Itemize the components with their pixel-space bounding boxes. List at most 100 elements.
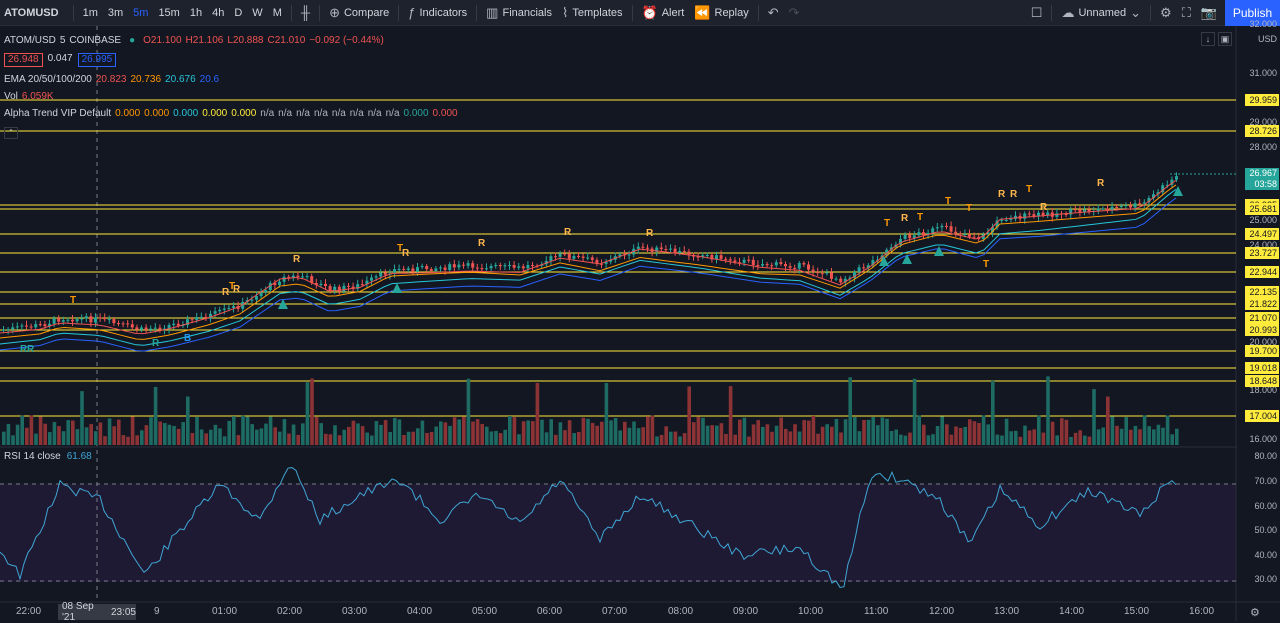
level-price-label: 29.959 bbox=[1245, 94, 1279, 106]
volume-bar bbox=[728, 386, 733, 445]
candle-body bbox=[452, 264, 456, 268]
volume-bar bbox=[291, 424, 296, 445]
candle-body bbox=[659, 247, 663, 250]
volume-bar bbox=[319, 423, 323, 445]
candle-body bbox=[1023, 213, 1027, 219]
volume-bar bbox=[135, 435, 139, 445]
ema-label[interactable]: EMA 20/50/100/200 bbox=[4, 74, 92, 85]
candle-body bbox=[802, 263, 806, 265]
candle-body bbox=[71, 319, 74, 322]
cursor-date: 08 Sep '21 bbox=[62, 601, 94, 623]
volume-bar bbox=[6, 424, 11, 445]
candle-body bbox=[678, 250, 682, 253]
alpha-label[interactable]: Alpha Trend VIP Default bbox=[4, 108, 111, 119]
candle-body bbox=[1101, 208, 1105, 210]
candle-body bbox=[862, 267, 866, 269]
volume-bar bbox=[958, 427, 963, 445]
candle-body bbox=[52, 318, 56, 324]
volume-bar bbox=[1050, 421, 1055, 445]
settings-corner-button[interactable]: ⚙ bbox=[1250, 606, 1260, 619]
candle-body bbox=[521, 266, 525, 269]
candle-body bbox=[264, 290, 268, 293]
volume-bar bbox=[1142, 415, 1147, 445]
candle-body bbox=[682, 250, 686, 252]
candle-body bbox=[563, 253, 567, 255]
bid-button[interactable]: 26.948 bbox=[4, 52, 43, 67]
rsi-tick: 60.00 bbox=[1254, 501, 1277, 511]
candle-body bbox=[949, 226, 953, 232]
signal-marker: T bbox=[983, 259, 989, 270]
time-tick: 14:00 bbox=[1059, 606, 1085, 617]
candle-body bbox=[788, 266, 792, 268]
volume-bar bbox=[287, 433, 291, 445]
vol-label[interactable]: Vol bbox=[4, 91, 18, 102]
rsi-tick: 40.00 bbox=[1254, 550, 1277, 560]
candle-body bbox=[126, 323, 130, 325]
volume-bar bbox=[765, 424, 770, 445]
volume-bar bbox=[1009, 431, 1013, 445]
candle-body bbox=[195, 317, 199, 320]
volume-bar bbox=[1092, 389, 1096, 445]
alpha-value: n/a bbox=[260, 108, 275, 119]
candle-body bbox=[673, 248, 677, 253]
up-triangle-marker bbox=[902, 254, 912, 264]
volume-bar bbox=[830, 426, 834, 445]
ask-button[interactable]: 26.995 bbox=[77, 52, 117, 67]
volume-bar bbox=[255, 429, 259, 445]
time-tick: 04:00 bbox=[407, 606, 433, 617]
rsi-label[interactable]: RSI 14 close bbox=[4, 451, 61, 462]
candle-body bbox=[747, 259, 751, 261]
volume-bar bbox=[917, 415, 921, 445]
volume-bar bbox=[498, 433, 503, 445]
volume-bar bbox=[963, 426, 967, 445]
signal-marker: R bbox=[402, 248, 410, 259]
candle-body bbox=[176, 323, 180, 326]
alpha-value: 0.000 bbox=[202, 108, 228, 119]
candle-body bbox=[820, 273, 824, 275]
candle-body bbox=[84, 316, 88, 319]
candle-body bbox=[719, 255, 723, 259]
candle-body bbox=[1133, 203, 1137, 208]
pane-maximize-button[interactable]: ▣ bbox=[1218, 32, 1232, 46]
signal-marker: T bbox=[70, 295, 76, 306]
candle-body bbox=[590, 257, 594, 260]
candle-body bbox=[903, 234, 907, 239]
pane-down-button[interactable]: ↓ bbox=[1201, 32, 1215, 46]
candle-body bbox=[328, 285, 332, 291]
candle-body bbox=[402, 268, 406, 270]
volume-bar bbox=[1078, 430, 1082, 445]
candle-body bbox=[586, 257, 590, 259]
rsi-tick: 30.00 bbox=[1254, 574, 1277, 584]
rsi-band bbox=[0, 484, 1236, 582]
volume-bar bbox=[245, 416, 250, 445]
time-tick: 08:00 bbox=[668, 606, 694, 617]
level-price-label: 22.135 bbox=[1245, 286, 1279, 298]
pair-label[interactable]: ATOM/USD bbox=[4, 35, 56, 46]
collapse-button[interactable]: ⌃ bbox=[4, 127, 18, 139]
candle-body bbox=[38, 324, 42, 326]
candle-body bbox=[761, 264, 764, 266]
alpha-value: 0.000 bbox=[115, 108, 141, 119]
rsi-tick: 80.00 bbox=[1254, 451, 1277, 461]
time-tick: 10:00 bbox=[798, 606, 824, 617]
volume-bar bbox=[480, 423, 484, 445]
alpha-trend-legend-row: Alpha Trend VIP Default 0.000 0.000 0.000 0… bbox=[4, 105, 464, 122]
volume-bar bbox=[945, 424, 949, 445]
volume-bar bbox=[940, 416, 944, 445]
candle-body bbox=[397, 268, 401, 270]
rsi-tick: 50.00 bbox=[1254, 525, 1277, 535]
volume-bar bbox=[995, 434, 1000, 445]
level-price-label: 21.822 bbox=[1245, 298, 1279, 310]
candle-body bbox=[282, 276, 286, 282]
candle-body bbox=[222, 308, 226, 310]
volume-bar bbox=[250, 424, 254, 445]
candle-body bbox=[462, 264, 465, 266]
volume-bar bbox=[926, 435, 931, 445]
alpha-value: n/a bbox=[385, 108, 400, 119]
time-tick: 22:00 bbox=[16, 606, 42, 617]
alpha-value: 0.000 bbox=[173, 108, 199, 119]
candle-body bbox=[34, 324, 38, 328]
candle-body bbox=[457, 264, 461, 268]
time-tick: 15:00 bbox=[1124, 606, 1150, 617]
signal-marker: T bbox=[966, 203, 972, 214]
